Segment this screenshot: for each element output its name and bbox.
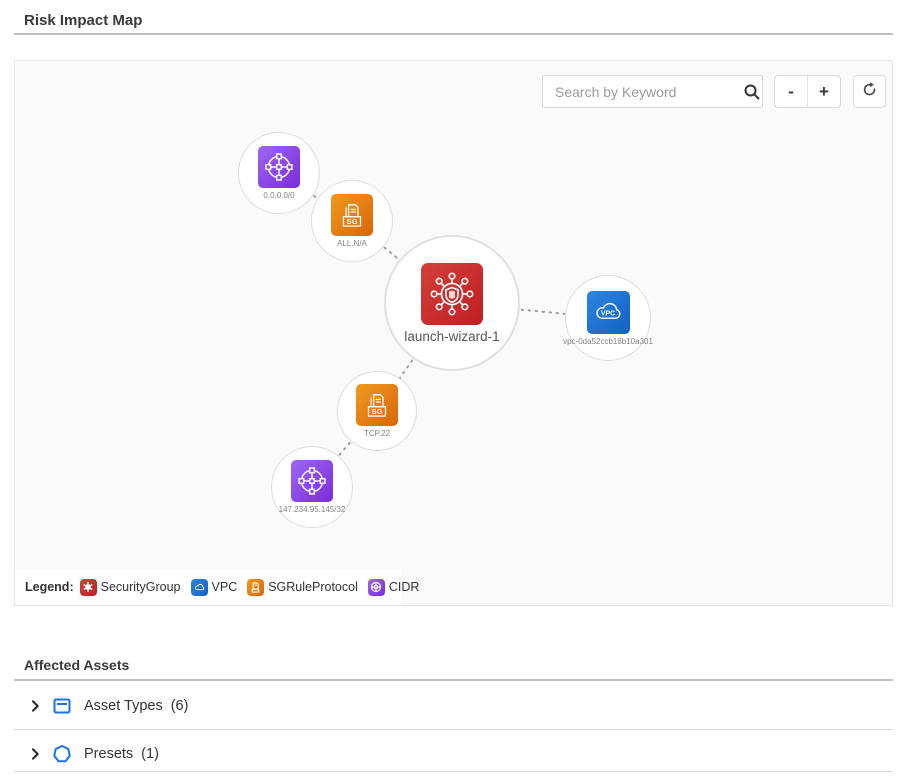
node-label: 0.0.0.0/0 [263, 191, 294, 200]
asset-row-count: (6) [171, 698, 189, 714]
risk-impact-page: Risk Impact Map - + [0, 0, 907, 784]
cidr-icon [258, 146, 300, 188]
vpc-badge: VPC [601, 311, 615, 318]
node-label: vpc-0da52ccb18b10a301 [563, 337, 653, 346]
node-label: 147.234.95.145/32 [279, 505, 346, 514]
node-vpc[interactable]: VPC vpc-0da52ccb18b10a301 [565, 275, 651, 361]
title-divider [14, 33, 893, 35]
legend-item-security-group: SecurityGroup [80, 579, 181, 596]
vpc-icon: VPC [587, 291, 630, 334]
node-sgrule-all[interactable]: SG ALL.N/A [311, 180, 393, 262]
legend-item-vpc: VPC [191, 579, 238, 596]
security-group-icon [421, 263, 483, 325]
asset-types-icon [52, 696, 72, 716]
node-cidr-147[interactable]: 147.234.95.145/32 [271, 446, 353, 528]
asset-row-count: (1) [141, 746, 159, 762]
node-label: TCP.22 [364, 429, 390, 438]
asset-row-label: Asset Types [84, 698, 163, 714]
cidr-icon [291, 460, 333, 502]
asset-types-row[interactable]: Asset Types (6) [14, 682, 893, 730]
sg-rule-legend-icon [247, 579, 264, 596]
affected-assets-title: Affected Assets [24, 657, 129, 673]
sg-badge: SG [371, 407, 382, 416]
node-security-group[interactable]: launch-wizard-1 [384, 235, 520, 371]
node-label: launch-wizard-1 [404, 329, 499, 344]
chevron-right-icon[interactable] [27, 698, 43, 714]
legend-item-cidr: CIDR [368, 579, 420, 596]
chevron-right-icon[interactable] [27, 746, 43, 762]
cidr-legend-icon [368, 579, 385, 596]
vpc-legend-icon [191, 579, 208, 596]
legend-title: Legend: [25, 580, 74, 594]
presets-icon [52, 744, 72, 764]
sg-rule-protocol-icon: SG [331, 194, 373, 236]
node-cidr-0000[interactable]: 0.0.0.0/0 [238, 132, 320, 214]
page-title: Risk Impact Map [24, 12, 142, 29]
affected-assets-divider [14, 679, 893, 681]
row-divider [14, 771, 893, 772]
asset-row-label: Presets [84, 746, 133, 762]
node-label: ALL.N/A [337, 239, 367, 248]
legend-bar: Legend: SecurityGroup VPC [15, 569, 402, 605]
node-sgrule-tcp22[interactable]: SG TCP.22 [337, 371, 417, 451]
sg-rule-protocol-icon: SG [356, 384, 398, 426]
legend-item-sgruleprotocol: SGRuleProtocol [247, 579, 358, 596]
security-group-legend-icon [80, 579, 97, 596]
sg-badge: SG [346, 217, 357, 226]
risk-impact-map-canvas[interactable]: - + [14, 60, 893, 606]
